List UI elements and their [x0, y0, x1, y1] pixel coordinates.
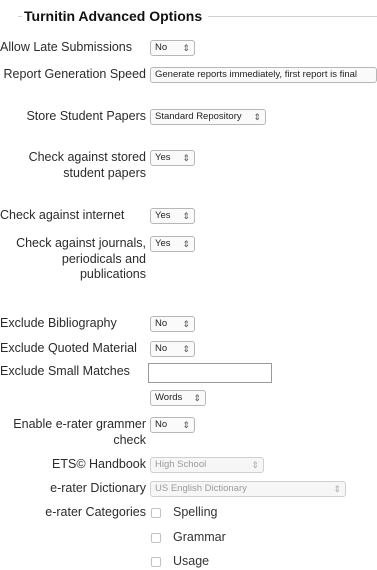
exclude-small-unit-select[interactable]: Words ⇕	[150, 390, 206, 406]
report-speed-value: Generate reports immediately, first repo…	[155, 69, 358, 80]
ets-handbook-select[interactable]: High School ⇕	[150, 457, 264, 473]
section-title: Turnitin Advanced Options	[22, 6, 209, 26]
check-journals-label: Check against journals, periodicals and …	[16, 236, 146, 281]
store-papers-select[interactable]: Standard Repository ⇕	[150, 109, 266, 125]
erater-categories-label: e-rater Categories	[45, 505, 146, 519]
exclude-small-input[interactable]	[148, 363, 272, 383]
allow-late-label: Allow Late Submissions	[0, 40, 133, 54]
erater-enable-value: No	[155, 419, 168, 430]
exclude-small-unit-value: Words	[155, 392, 183, 403]
check-internet-value: Yes	[155, 210, 171, 221]
select-arrow-icon: ⇕	[182, 239, 190, 249]
report-speed-label: Report Generation Speed	[3, 67, 146, 81]
ets-handbook-value: High School	[155, 459, 207, 470]
usage-label: Usage	[173, 554, 210, 568]
select-arrow-icon: ⇕	[253, 112, 261, 122]
spelling-label: Spelling	[173, 505, 218, 519]
exclude-bib-select[interactable]: No ⇕	[150, 316, 195, 332]
store-papers-label: Store Student Papers	[26, 109, 146, 123]
select-arrow-icon: ⇕	[251, 460, 259, 470]
erater-dict-value: US English Dictionary	[155, 483, 247, 494]
exclude-bib-label: Exclude Bibliography	[0, 316, 117, 330]
usage-checkbox[interactable]	[151, 557, 161, 567]
erater-dict-select[interactable]: US English Dictionary ⇕	[150, 481, 346, 497]
select-arrow-icon: ⇕	[182, 211, 190, 221]
exclude-quoted-select[interactable]: No ⇕	[150, 341, 195, 357]
report-speed-select[interactable]: Generate reports immediately, first repo…	[150, 67, 377, 83]
select-arrow-icon: ⇕	[182, 153, 190, 163]
exclude-bib-value: No	[155, 318, 168, 329]
spelling-checkbox[interactable]	[151, 508, 161, 518]
exclude-quoted-value: No	[155, 343, 168, 354]
check-stored-value: Yes	[155, 152, 171, 163]
select-arrow-icon: ⇕	[182, 43, 190, 53]
check-internet-select[interactable]: Yes ⇕	[150, 208, 195, 224]
erater-enable-label: Enable e-rater grammer check	[13, 417, 146, 447]
select-arrow-icon: ⇕	[193, 393, 201, 403]
check-internet-label: Check against internet	[0, 208, 125, 222]
store-papers-value: Standard Repository	[155, 111, 242, 122]
ets-handbook-label: ETS© Handbook	[52, 457, 146, 471]
select-arrow-icon: ⇕	[182, 420, 190, 430]
select-arrow-icon: ⇕	[182, 319, 190, 329]
check-stored-label: Check against stored student papers	[28, 150, 146, 180]
check-journals-select[interactable]: Yes ⇕	[150, 236, 195, 252]
select-arrow-icon: ⇕	[333, 484, 341, 494]
erater-enable-select[interactable]: No ⇕	[150, 417, 195, 433]
allow-late-select[interactable]: No ⇕	[150, 40, 195, 56]
select-arrow-icon: ⇕	[182, 344, 190, 354]
grammar-label: Grammar	[173, 530, 226, 544]
exclude-quoted-label: Exclude Quoted Material	[0, 341, 137, 355]
check-stored-select[interactable]: Yes ⇕	[150, 150, 195, 166]
check-journals-value: Yes	[155, 238, 171, 249]
allow-late-value: No	[155, 42, 168, 53]
grammar-checkbox[interactable]	[151, 533, 161, 543]
exclude-small-label: Exclude Small Matches	[0, 364, 130, 378]
erater-dict-label: e-rater Dictionary	[50, 481, 146, 495]
